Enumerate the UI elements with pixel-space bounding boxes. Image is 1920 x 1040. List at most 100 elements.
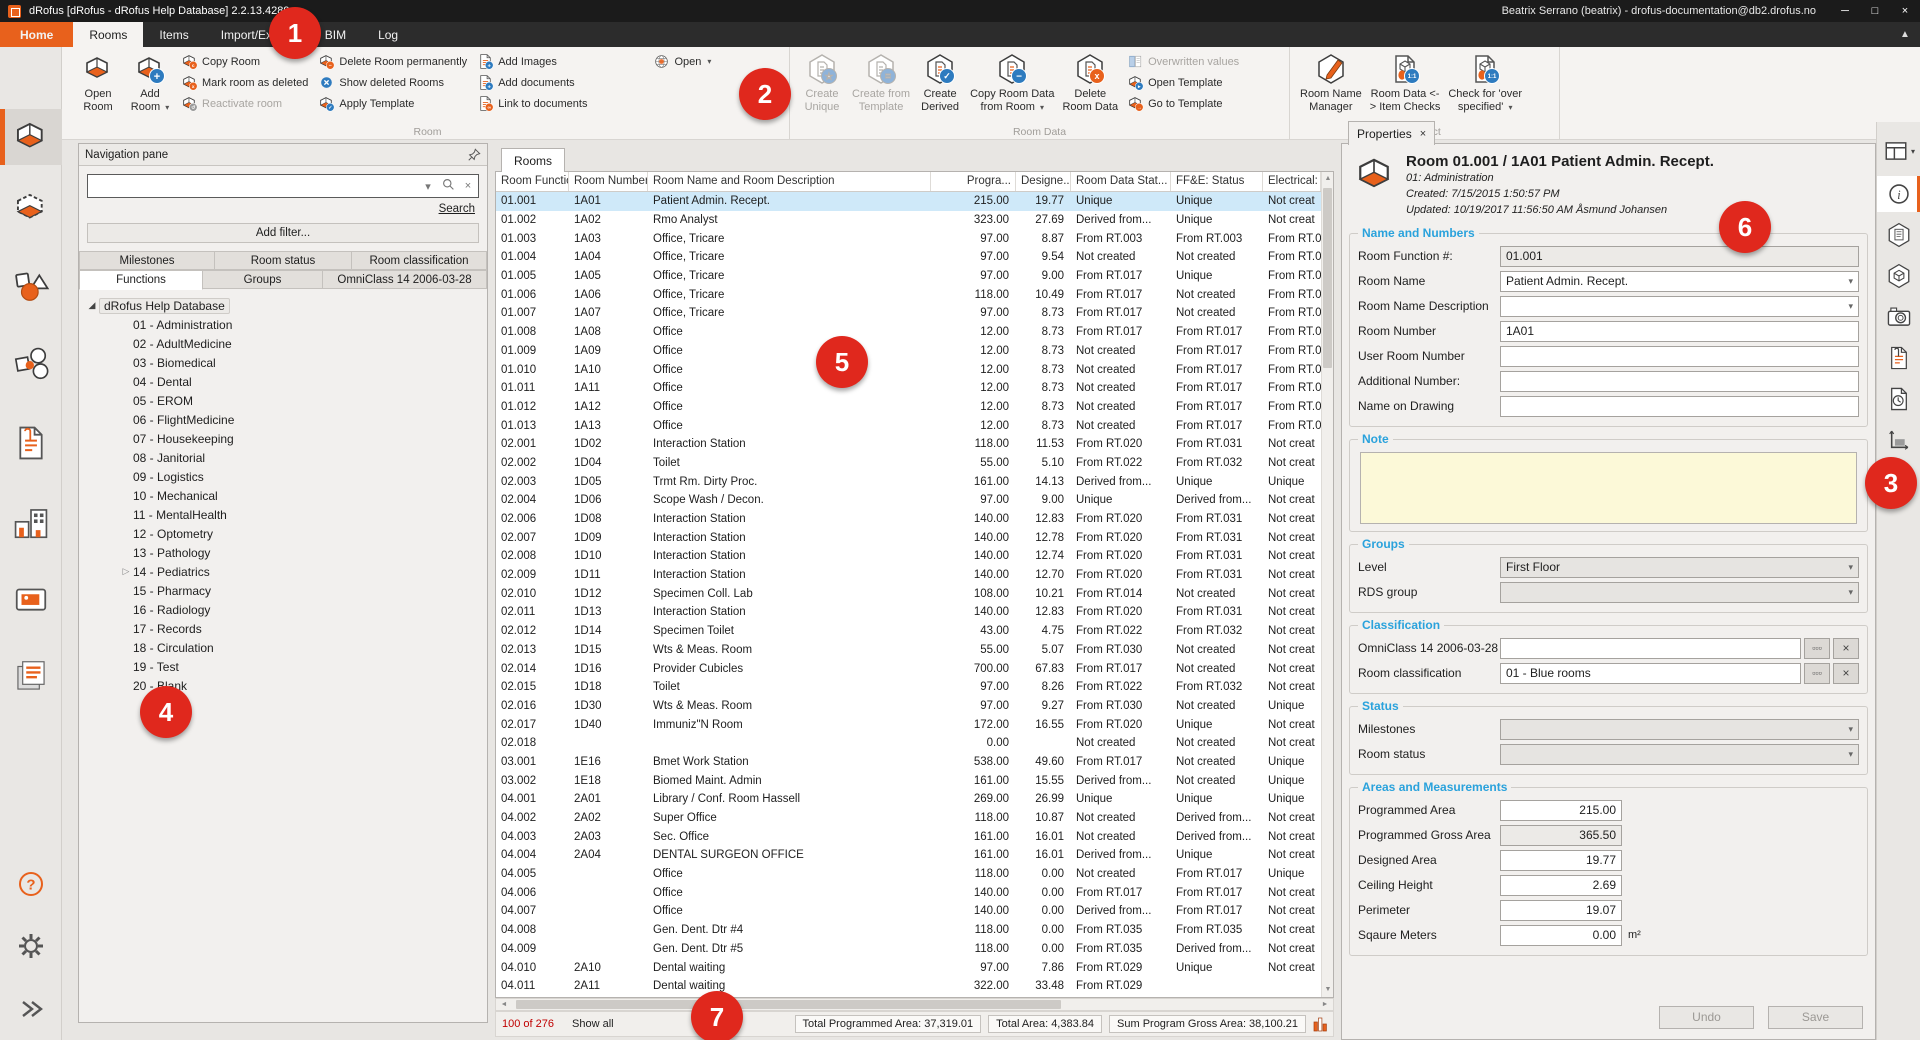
- table-row[interactable]: 04.009Gen. Dent. Dtr #5118.000.00From RT…: [496, 940, 1321, 959]
- panel-item-room-log[interactable]: [1877, 381, 1920, 417]
- tree-item-06-flightmedicine[interactable]: 06 - FlightMedicine: [85, 410, 487, 429]
- scroll-down-icon[interactable]: ▼: [1322, 983, 1334, 997]
- table-row[interactable]: 02.0061D08Interaction Station140.0012.83…: [496, 510, 1321, 529]
- room-status-select[interactable]: ▾: [1500, 744, 1859, 765]
- delete-room-permanently-button[interactable]: −Delete Room permanently: [315, 51, 470, 72]
- create-derived-button[interactable]: ✓CreateDerived: [914, 50, 966, 116]
- note-textarea[interactable]: [1360, 452, 1857, 524]
- table-row[interactable]: 03.0011E16Bmet Work Station538.0049.60Fr…: [496, 753, 1321, 772]
- column-header-room-data-stat[interactable]: Room Data Stat...: [1071, 172, 1171, 191]
- scroll-left-icon[interactable]: ◄: [497, 999, 511, 1010]
- tree-item-17-records[interactable]: 17 - Records: [85, 619, 487, 638]
- column-header-ff-e-status[interactable]: FF&E: Status: [1171, 172, 1263, 191]
- sidebar-item-room-templates[interactable]: [0, 180, 62, 236]
- sidebar-item-images[interactable]: [0, 571, 62, 627]
- room-function-field[interactable]: 01.001: [1500, 246, 1859, 267]
- add-filter-button[interactable]: Add filter...: [87, 223, 479, 243]
- table-row[interactable]: 02.0161D30Wts & Meas. Room97.009.27From …: [496, 697, 1321, 716]
- show-all-link[interactable]: Show all: [572, 1018, 614, 1030]
- search-icon[interactable]: [438, 178, 458, 194]
- sidebar-item-settings[interactable]: [0, 921, 62, 971]
- sidebar-item-item-groups[interactable]: [0, 336, 62, 392]
- tree-item-11-mentalhealth[interactable]: 11 - MentalHealth: [85, 505, 487, 524]
- rooms-tab[interactable]: Rooms: [501, 148, 565, 172]
- show-deleted-rooms-button[interactable]: Show deleted Rooms: [315, 72, 470, 93]
- tree-item-15-pharmacy[interactable]: 15 - Pharmacy: [85, 581, 487, 600]
- perimeter-field[interactable]: 19.07: [1500, 900, 1622, 921]
- table-row[interactable]: 02.0081D10Interaction Station140.0012.74…: [496, 547, 1321, 566]
- apply-template-button[interactable]: ✓Apply Template: [315, 93, 470, 114]
- column-header-room-name-and-room-description[interactable]: Room Name and Room Description: [648, 172, 931, 191]
- table-row[interactable]: 01.0101A10Office12.008.73Not createdFrom…: [496, 360, 1321, 379]
- create-unique-button[interactable]: ★CreateUnique: [796, 50, 848, 116]
- table-row[interactable]: 02.0121D14Specimen Toilet43.004.75From R…: [496, 622, 1321, 641]
- tree-item-14-pediatrics[interactable]: ▷14 - Pediatrics: [85, 562, 487, 581]
- check-for-over-specified-button[interactable]: 1:1Check for 'overspecified' ▾: [1444, 50, 1526, 116]
- table-row[interactable]: 02.0091D11Interaction Station140.0012.70…: [496, 566, 1321, 585]
- sidebar-item-items[interactable]: [0, 258, 62, 314]
- nav-tab-room-status[interactable]: Room status: [215, 251, 352, 270]
- horizontal-scrollbar[interactable]: ◄ ►: [495, 998, 1334, 1011]
- table-row[interactable]: 02.0071D09Interaction Station140.0012.78…: [496, 528, 1321, 547]
- panel-item-info[interactable]: i: [1877, 176, 1920, 212]
- table-row[interactable]: 02.0171D40Immuniz"N Room172.0016.55From …: [496, 715, 1321, 734]
- programmed-gross-area-field[interactable]: 365.50: [1500, 825, 1622, 846]
- designed-area-field[interactable]: 19.77: [1500, 850, 1622, 871]
- table-row[interactable]: 02.0011D02Interaction Station118.0011.53…: [496, 435, 1321, 454]
- add-images-button[interactable]: +Add Images: [474, 51, 590, 72]
- scroll-up-icon[interactable]: ▲: [1322, 172, 1334, 186]
- sidebar-item-rooms[interactable]: [0, 109, 62, 165]
- menu-tab-items[interactable]: Items: [143, 22, 204, 47]
- table-row[interactable]: 04.0042A04DENTAL SURGEON OFFICE161.0016.…: [496, 846, 1321, 865]
- panel-item-core-data[interactable]: [1877, 217, 1920, 253]
- status-chart-icon[interactable]: [1313, 1016, 1327, 1032]
- tree-item-03-biomedical[interactable]: 03 - Biomedical: [85, 353, 487, 372]
- room-classification-clear-button[interactable]: ×: [1833, 663, 1859, 684]
- tree-item-09-logistics[interactable]: 09 - Logistics: [85, 467, 487, 486]
- programmed-area-field[interactable]: 215.00: [1500, 800, 1622, 821]
- scroll-right-icon[interactable]: ►: [1318, 999, 1332, 1010]
- panel-item-room-documents[interactable]: [1877, 340, 1920, 376]
- sidebar-item-expand[interactable]: [0, 984, 62, 1034]
- mark-room-as-deleted-button[interactable]: xMark room as deleted: [178, 72, 311, 93]
- add-documents-button[interactable]: +Add documents: [474, 72, 590, 93]
- add-room-button[interactable]: +AddRoom ▾: [124, 50, 176, 116]
- panel-item-measurements[interactable]: [1877, 422, 1920, 458]
- open-room-button[interactable]: OpenRoom: [72, 50, 124, 116]
- tree-item-19-test[interactable]: 19 - Test: [85, 657, 487, 676]
- level-select[interactable]: First Floor▾: [1500, 557, 1859, 578]
- close-button[interactable]: ×: [1890, 0, 1920, 22]
- user-room-number-field[interactable]: [1500, 346, 1859, 367]
- search-box[interactable]: ▾ ×: [87, 174, 479, 198]
- room-name-select[interactable]: Patient Admin. Recept.▾: [1500, 271, 1859, 292]
- table-row[interactable]: 01.0071A07Office, Tricare97.008.73From R…: [496, 304, 1321, 323]
- tree-item-10-mechanical[interactable]: 10 - Mechanical: [85, 486, 487, 505]
- omniclass-14-2006-03-28-clear-button[interactable]: ×: [1833, 638, 1859, 659]
- sidebar-item-help[interactable]: ?: [0, 859, 62, 909]
- table-row[interactable]: 01.0121A12Office12.008.73Not createdFrom…: [496, 398, 1321, 417]
- table-row[interactable]: 01.0031A03Office, Tricare97.008.87From R…: [496, 229, 1321, 248]
- tree-root[interactable]: ◢dRofus Help Database: [85, 296, 487, 315]
- tree-item-01-administration[interactable]: 01 - Administration: [85, 315, 487, 334]
- table-row[interactable]: 04.006Office140.000.00From RT.017From RT…: [496, 883, 1321, 902]
- collapse-icon[interactable]: ◢: [85, 300, 99, 311]
- expand-icon[interactable]: ▷: [119, 566, 133, 577]
- ceiling-height-field[interactable]: 2.69: [1500, 875, 1622, 896]
- vertical-scrollbar[interactable]: ▲ ▼: [1321, 172, 1333, 997]
- collapse-ribbon-icon[interactable]: ▲: [1890, 22, 1920, 47]
- go-to-template-button[interactable]: →Go to Template: [1124, 93, 1242, 114]
- nav-tab-milestones[interactable]: Milestones: [79, 251, 215, 270]
- minimize-button[interactable]: ─: [1830, 0, 1860, 22]
- rds-group-select[interactable]: ▾: [1500, 582, 1859, 603]
- tree-item-16-radiology[interactable]: 16 - Radiology: [85, 600, 487, 619]
- table-row[interactable]: 01.0021A02Rmo Analyst323.0027.69Derived …: [496, 211, 1321, 230]
- table-row[interactable]: 02.0101D12Specimen Coll. Lab108.0010.21F…: [496, 584, 1321, 603]
- copy-room-data-from-room-button[interactable]: −Copy Room Datafrom Room ▾: [966, 50, 1058, 116]
- panel-item-bim-model[interactable]: [1877, 258, 1920, 294]
- room-name-manager-button[interactable]: Room NameManager: [1296, 50, 1366, 116]
- tree-item-18-circulation[interactable]: 18 - Circulation: [85, 638, 487, 657]
- menu-tab-home[interactable]: Home: [0, 22, 73, 47]
- name-on-drawing-field[interactable]: [1500, 396, 1859, 417]
- column-header-room-function[interactable]: Room Function #:: [496, 172, 569, 191]
- nav-tab-groups[interactable]: Groups: [203, 270, 323, 289]
